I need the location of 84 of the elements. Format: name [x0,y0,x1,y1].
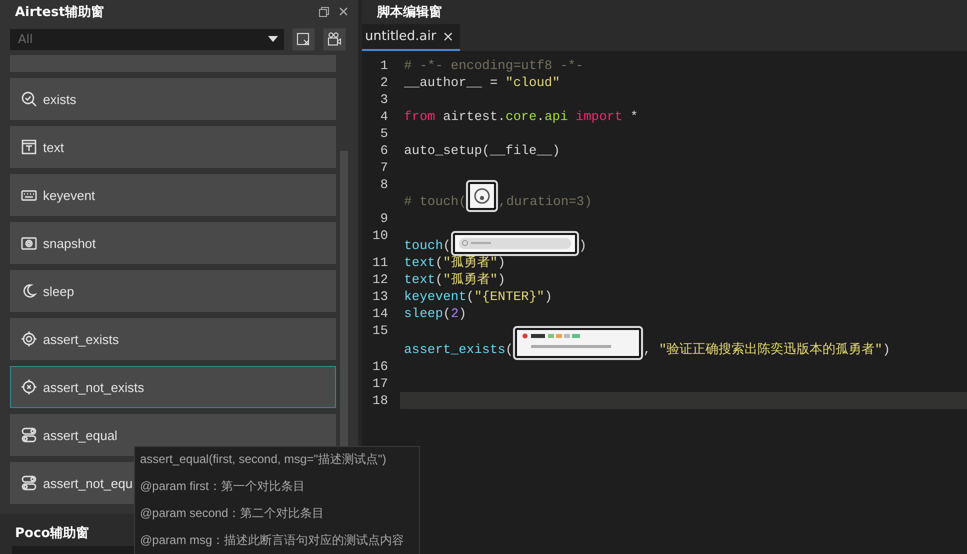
code-token: text [404,254,436,271]
panel-title: Poco辅助窗 [15,526,90,542]
screenshot-button[interactable] [292,28,315,50]
target-icon [21,331,37,347]
command-item[interactable]: keyevent [10,174,336,216]
line-number: 18 [371,392,389,409]
code-token: , [643,341,652,358]
toggle-pair-icon [21,427,37,443]
line-number: 16 [371,358,388,375]
line-number: 14 [371,305,388,322]
code-token: "cloud" [505,74,560,91]
code-token: import [574,108,622,125]
command-item[interactable]: assert_exists [10,318,336,360]
close-icon[interactable] [339,7,348,16]
code-token: keyevent [404,288,466,305]
line-number: 9 [379,210,388,227]
line-number: 8 [379,176,388,193]
code-token: auto_setup(__file__) [404,142,560,159]
magnifier-check-icon [21,91,37,107]
line-number: 12 [371,271,388,288]
code-token: ) [498,254,506,271]
code-token: airtest. [442,108,506,125]
record-button[interactable] [323,28,346,50]
camera-icon [21,235,37,251]
command-item[interactable]: sleep [10,270,336,312]
line-number: 1 [379,57,388,74]
text-frame-icon [21,139,37,155]
close-icon[interactable]: × [442,28,454,44]
code-token: ( [443,237,451,254]
code-token: ( [466,288,474,305]
tooltip-line: @param msg：描述此断言语句对应的测试点内容 [140,532,406,549]
line-number: 5 [379,125,388,142]
moon-icon [21,283,37,299]
line-number: 15 [371,322,388,339]
code-token: api [544,108,568,125]
code-token: * [629,108,638,125]
code-token: "孤勇者" [443,271,498,288]
command-item[interactable]: assert_not_exists [10,366,336,408]
line-number: 2 [379,74,388,91]
code-token: ( [443,305,451,322]
command-item[interactable]: snapshot [10,222,336,264]
code-token: sleep [404,305,444,322]
line-number: 3 [379,91,388,108]
line-number: 11 [371,254,388,271]
restore-icon[interactable] [319,6,329,16]
code-token: text [404,271,436,288]
code-token: assert_exists [404,341,506,358]
code-token: # -*- encoding=utf8 -*- [404,57,584,74]
command-item[interactable]: text [10,126,336,168]
code-token: touch [404,237,444,254]
code-token: ,duration=3) [498,193,592,210]
line-number: 17 [371,375,388,392]
target-cross-icon [21,379,37,395]
code-token: "孤勇者" [443,254,498,271]
code-token: ) [544,288,552,305]
video-camera-icon [327,32,342,46]
code-token: core [505,108,537,125]
code-token: ) [882,341,890,358]
toggle-pair-icon [21,475,37,491]
line-number: 7 [379,159,388,176]
code-token: ( [435,254,444,271]
file-tab[interactable]: untitled.air × [362,24,460,51]
code-token: 2 [450,305,459,322]
code-token: # touch( [404,193,466,210]
code-token: ( [505,341,514,358]
code-token: . [536,108,544,125]
code-token: ( [435,271,444,288]
line-number: 6 [379,142,388,159]
caret-icon [268,36,278,42]
panel-title: 脚本编辑窗 [376,4,443,22]
code-token: ) [458,305,466,322]
code-token: "{ENTER}" [474,288,544,305]
line-number: 4 [379,108,388,125]
code-token: "验证正确搜索出陈奕迅版本的孤勇者" [658,341,882,358]
code-token: ) [498,271,506,288]
tooltip-line: @param first：第一个对比条目 [140,478,306,495]
code-token: ) [578,237,587,254]
panel-title: Airtest辅助窗 [15,4,104,20]
tooltip-line: @param second：第二个对比条目 [140,505,326,522]
code-token: __author__ = [404,74,499,91]
line-number: 13 [371,288,388,305]
command-item[interactable]: exists [10,78,336,120]
line-number: 10 [371,227,388,244]
code-token: from [404,108,436,125]
